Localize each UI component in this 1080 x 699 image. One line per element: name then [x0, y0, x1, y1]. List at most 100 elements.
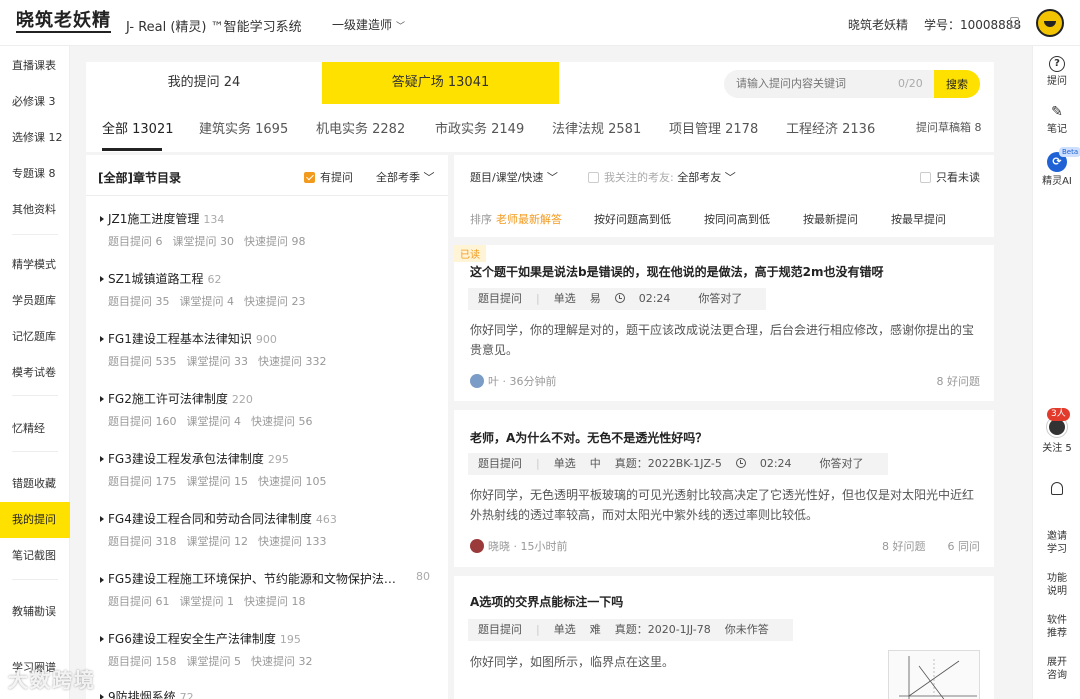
stat-topic: 题目提问 6 [108, 235, 163, 248]
category-tab-mechanical[interactable]: 机电实务 2282 [316, 118, 405, 137]
copy-icon[interactable] [1010, 17, 1019, 28]
level-selector[interactable]: 一级建造师 ﹀ [332, 16, 405, 33]
sort-oldest[interactable]: 按最早提问 [891, 211, 946, 227]
question-card[interactable]: A选项的交界点能标注一下吗 题目提问 | 单选难真题：2020-1JJ-78 你未作答… [454, 576, 994, 699]
question-title[interactable]: 老师，A为什么不对。无色不是透光性好吗？ [470, 429, 707, 446]
chapter-item[interactable]: JZ1施工进度管理 134 题目提问 6 课堂提问 30 快速提问 98 [100, 210, 440, 249]
stat-topic: 题目提问 160 [108, 415, 177, 428]
chapter-item[interactable]: FG3建设工程发承包法律制度 295 题目提问 175 课堂提问 15 快速提问 10… [100, 450, 440, 489]
sidebar-item-errata[interactable]: 教辅勘误 [0, 594, 70, 630]
user-avatar[interactable] [1036, 9, 1064, 37]
note-label: 笔记 [1047, 124, 1067, 135]
stat-topic: 题目提问 158 [108, 655, 177, 668]
sidebar-item-special[interactable]: 专题课 8 [0, 156, 70, 192]
stat-class: 课堂提问 5 [186, 655, 242, 668]
category-tab-economics[interactable]: 工程经济 2136 [786, 118, 875, 137]
diagram-lines [899, 656, 977, 699]
sidebar-item-notes[interactable]: 笔记截图 [0, 538, 70, 574]
type-filter[interactable]: 题目/课堂/快速 ﹀ [470, 169, 558, 185]
sort-same-question[interactable]: 按同问高到低 [704, 211, 770, 227]
sidebar-item-memory[interactable]: 忆精经 [0, 411, 70, 447]
chapter-name: FG4建设工程合同和劳动合同法律制度 [108, 512, 312, 526]
chapter-count: 80 [416, 570, 430, 583]
stat-class: 课堂提问 12 [186, 535, 249, 548]
same-question-button[interactable]: 6 同问 [948, 540, 981, 553]
chapter-count: 134 [203, 213, 225, 226]
follow-button[interactable]: 3人 关注 5 [1033, 408, 1080, 456]
meta-result: 你未作答 [724, 623, 769, 636]
sidebar-item-my-questions[interactable]: 我的提问 [0, 502, 70, 538]
user-name[interactable]: 晓筑老妖精 [848, 16, 908, 33]
chapter-item[interactable]: FG2施工许可法律制度 220 题目提问 160 课堂提问 4 快速提问 56 [100, 390, 440, 429]
software-button[interactable]: 软件推荐 [1033, 614, 1080, 640]
sidebar-item-live[interactable]: 直播课表 [0, 48, 70, 84]
tab-my-questions[interactable]: 我的提问 24 [86, 62, 322, 104]
meta-source: 真题：2020-1JJ-78 [614, 623, 711, 636]
answer-diagram-image[interactable] [888, 650, 980, 699]
unread-only-filter[interactable]: 只看未读 [920, 169, 980, 185]
chapter-item[interactable]: SZ1城镇道路工程 62 题目提问 35 课堂提问 4 快速提问 23 [100, 270, 440, 309]
sidebar-item-mock-exam[interactable]: 模考试卷 [0, 355, 70, 391]
followed-filter[interactable]: 我关注的考友: 全部考友 ﹀ [588, 169, 736, 185]
chapter-item[interactable]: FG1建设工程基本法律知识 900 题目提问 535 课堂提问 33 快速提问 332 [100, 330, 440, 369]
notification-button[interactable] [1033, 482, 1080, 495]
sidebar-item-question-bank[interactable]: 学员题库 [0, 283, 70, 319]
question-title[interactable]: 这个题干如果是说法b是错误的，现在他说的是做法，高于规范2m也没有错呀 [470, 263, 883, 280]
sidebar-item-memory-bank[interactable]: 记忆题库 [0, 319, 70, 355]
chapter-count: 62 [207, 273, 222, 286]
sort-good-question[interactable]: 按好问题高到低 [594, 211, 671, 227]
search-button[interactable]: 搜索 [934, 70, 980, 98]
question-card[interactable]: 老师，A为什么不对。无色不是透光性好吗？ 题目提问 | 单选中真题：2022BK-1… [454, 410, 994, 567]
ai-button[interactable]: Beta ⟳ 精灵AI [1033, 147, 1080, 188]
chapter-stats: 题目提问 318 课堂提问 12 快速提问 133 [100, 533, 440, 549]
sidebar-item-intensive[interactable]: 精学模式 [0, 247, 70, 283]
checkbox-icon [920, 172, 931, 183]
app-logo[interactable]: 晓筑老妖精 [16, 11, 111, 33]
category-tab-law[interactable]: 法律法规 2581 [552, 118, 641, 137]
invite-button[interactable]: 邀请学习 [1033, 530, 1080, 556]
category-tab-all[interactable]: 全部 13021 [102, 118, 174, 137]
question-card[interactable]: 已读 这个题干如果是说法b是错误的，现在他说的是做法，高于规范2m也没有错呀 题… [454, 245, 994, 401]
season-label: 全部考季 [376, 171, 420, 184]
stat-quick: 快速提问 332 [258, 355, 327, 368]
question-title[interactable]: A选项的交界点能标注一下吗 [470, 593, 623, 610]
chapter-panel-title: [全部]章节目录 [98, 171, 181, 185]
category-tab-municipal[interactable]: 市政实务 2149 [435, 118, 524, 137]
chapter-item[interactable]: FG6建设工程安全生产法律制度 195 题目提问 158 课堂提问 5 快速提问 32 [100, 630, 440, 669]
sidebar-item-required[interactable]: 必修课 3 [0, 84, 70, 120]
chapter-item[interactable]: FG5建设工程施工环境保护、节约能源和文物保护法律... 80 题目提问 61 课堂… [100, 570, 440, 609]
chapter-count: 72 [179, 691, 194, 699]
chapter-item[interactable]: FG4建设工程合同和劳动合同法律制度 463 题目提问 318 课堂提问 12 快速提… [100, 510, 440, 549]
features-button[interactable]: 功能说明 [1033, 572, 1080, 598]
stat-class: 课堂提问 1 [179, 595, 235, 608]
consult-button[interactable]: 展开咨询 [1033, 656, 1080, 682]
chapter-title: FG4建设工程合同和劳动合同法律制度 463 [100, 510, 440, 527]
season-selector[interactable]: 全部考季 ﹀ [376, 169, 435, 185]
chapter-title: SZ1城镇道路工程 62 [100, 270, 440, 287]
sidebar-item-wrong-answers[interactable]: 错题收藏 [0, 466, 70, 502]
chapter-item[interactable]: 9防排烟系统 72 [100, 688, 440, 699]
chapter-name: 9防排烟系统 [108, 690, 176, 699]
chapter-stats: 题目提问 535 课堂提问 33 快速提问 332 [100, 353, 440, 369]
ask-button[interactable]: ? 提问 [1033, 56, 1080, 88]
drafts-link[interactable]: 提问草稿箱 8 [916, 119, 982, 135]
good-question-button[interactable]: 8 好问题 [937, 375, 981, 388]
category-tab-project-mgmt[interactable]: 项目管理 2178 [669, 118, 758, 137]
has-question-filter[interactable]: 有提问 [304, 169, 353, 185]
search-input[interactable] [736, 70, 886, 98]
tab-qa-square[interactable]: 答疑广场 13041 [322, 62, 559, 104]
category-tab-building[interactable]: 建筑实务 1695 [199, 118, 288, 137]
good-question-button[interactable]: 8 好问题 [882, 540, 926, 553]
chapter-name: FG2施工许可法律制度 [108, 392, 228, 406]
note-button[interactable]: ✎ 笔记 [1033, 104, 1080, 136]
question-tabs-panel: 我的提问 24 答疑广场 13041 0/20 搜索 全部 13021 建筑实务… [86, 62, 994, 152]
sort-teacher-latest[interactable]: 老师最新解答 [496, 211, 562, 227]
sort-label: 排序 [470, 213, 492, 226]
system-title: J- Real (精灵) ™智能学习系统 [126, 20, 302, 35]
caret-right-icon [100, 216, 104, 222]
chevron-down-icon: ﹀ [423, 171, 435, 184]
sidebar-item-elective[interactable]: 选修课 12 [0, 120, 70, 156]
answer-text: 你好同学，你的理解是对的，题干应该改成说法更合理，后台会进行相应修改，感谢你提出… [470, 323, 975, 357]
sidebar-item-other[interactable]: 其他资料 [0, 192, 70, 228]
sort-newest[interactable]: 按最新提问 [803, 211, 858, 227]
